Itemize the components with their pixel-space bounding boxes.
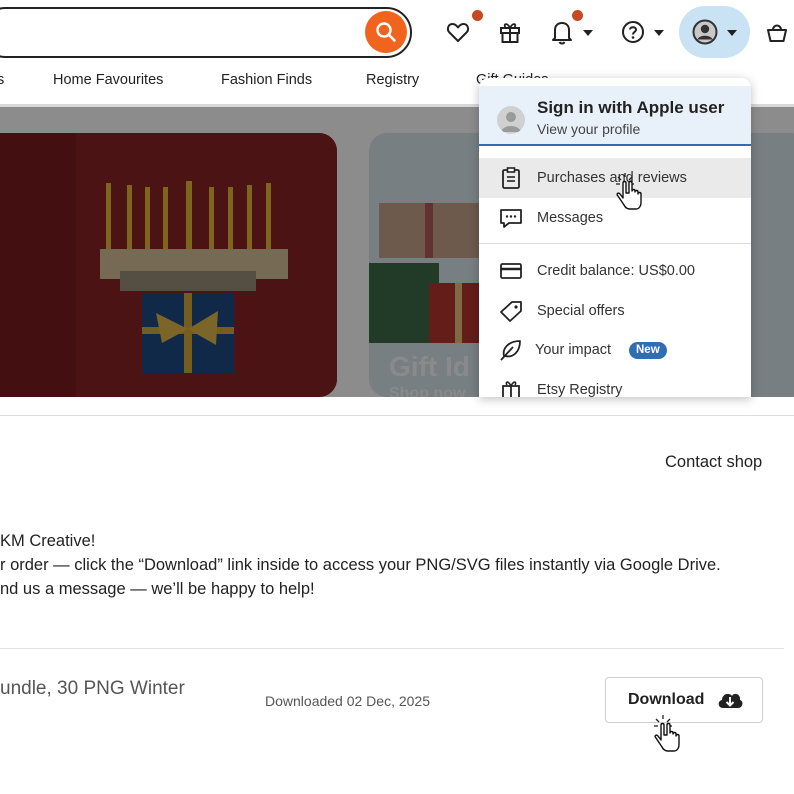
credit-card-icon xyxy=(500,263,522,279)
nav-item-registry[interactable]: Registry xyxy=(366,72,419,88)
menu-item-credit-balance[interactable]: Credit balance: US$0.00 xyxy=(479,251,751,291)
cart-button[interactable] xyxy=(764,19,790,45)
product-title[interactable]: undle, 30 PNG Winter xyxy=(0,678,185,700)
account-menu-button[interactable] xyxy=(679,6,750,58)
menu-item-your-impact[interactable]: Your impact New xyxy=(479,330,751,370)
download-button[interactable]: Download xyxy=(605,677,763,723)
new-badge: New xyxy=(629,342,667,359)
menu-item-label: Special offers xyxy=(537,303,625,319)
menu-item-etsy-registry[interactable]: Etsy Registry xyxy=(479,370,751,397)
message-icon xyxy=(500,209,522,228)
notifications-button[interactable] xyxy=(549,18,575,46)
menu-item-label: Your impact xyxy=(535,342,612,358)
avatar-icon xyxy=(501,112,521,132)
seller-message-line: r order — click the “Download” link insi… xyxy=(0,556,721,574)
help-button[interactable] xyxy=(620,19,646,45)
leaf-icon xyxy=(500,340,521,361)
chevron-down-icon xyxy=(727,30,737,36)
item-divider xyxy=(0,648,784,649)
gift-icon xyxy=(500,23,520,43)
nav-item-home-favourites[interactable]: Home Favourites xyxy=(53,72,163,88)
chevron-down-icon xyxy=(654,30,664,36)
nav-item-fashion-finds[interactable]: Fashion Finds xyxy=(221,72,312,88)
tag-icon xyxy=(500,301,522,322)
menu-item-label: Etsy Registry xyxy=(537,382,623,397)
notification-dot xyxy=(572,10,583,21)
bell-icon xyxy=(552,22,572,45)
favourites-button[interactable] xyxy=(445,20,471,44)
account-dropdown-menu: Sign in with Apple user View your profil… xyxy=(479,78,751,397)
avatar-icon xyxy=(692,19,718,45)
cloud-download-icon xyxy=(718,693,743,708)
profile-name: Sign in with Apple user xyxy=(537,98,725,117)
basket-icon xyxy=(767,24,787,42)
nav-item[interactable]: s xyxy=(0,72,4,88)
search-input[interactable] xyxy=(0,7,412,58)
search-icon xyxy=(376,22,396,42)
notification-dot xyxy=(472,10,483,21)
menu-item-label: Messages xyxy=(537,210,604,226)
menu-item-label: Purchases and reviews xyxy=(537,170,687,186)
section-divider xyxy=(0,415,794,416)
menu-divider xyxy=(479,243,751,244)
menu-item-special-offers[interactable]: Special offers xyxy=(479,291,751,331)
hand-pointer-cursor-icon xyxy=(616,173,642,210)
download-status: Downloaded 02 Dec, 2025 xyxy=(265,693,431,709)
heart-icon xyxy=(446,23,470,42)
profile-sub: View your profile xyxy=(537,121,641,137)
seller-message-line: nd us a message — we’ll be happy to help… xyxy=(0,580,315,598)
download-label: Download xyxy=(628,691,705,708)
help-icon xyxy=(622,21,644,43)
registry-gift-icon xyxy=(502,381,520,397)
view-profile-link[interactable]: Sign in with Apple user View your profil… xyxy=(479,86,751,146)
seller-message-line: KM Creative! xyxy=(0,532,96,550)
contact-shop-link[interactable]: Contact shop xyxy=(665,453,762,472)
gift-button[interactable] xyxy=(497,19,523,45)
search-button[interactable] xyxy=(365,11,407,53)
hand-pointer-cursor-icon xyxy=(654,715,680,752)
clipboard-icon xyxy=(502,167,520,189)
chevron-down-icon xyxy=(583,30,593,36)
menu-item-label: Credit balance: US$0.00 xyxy=(537,263,695,279)
avatar xyxy=(497,106,525,134)
